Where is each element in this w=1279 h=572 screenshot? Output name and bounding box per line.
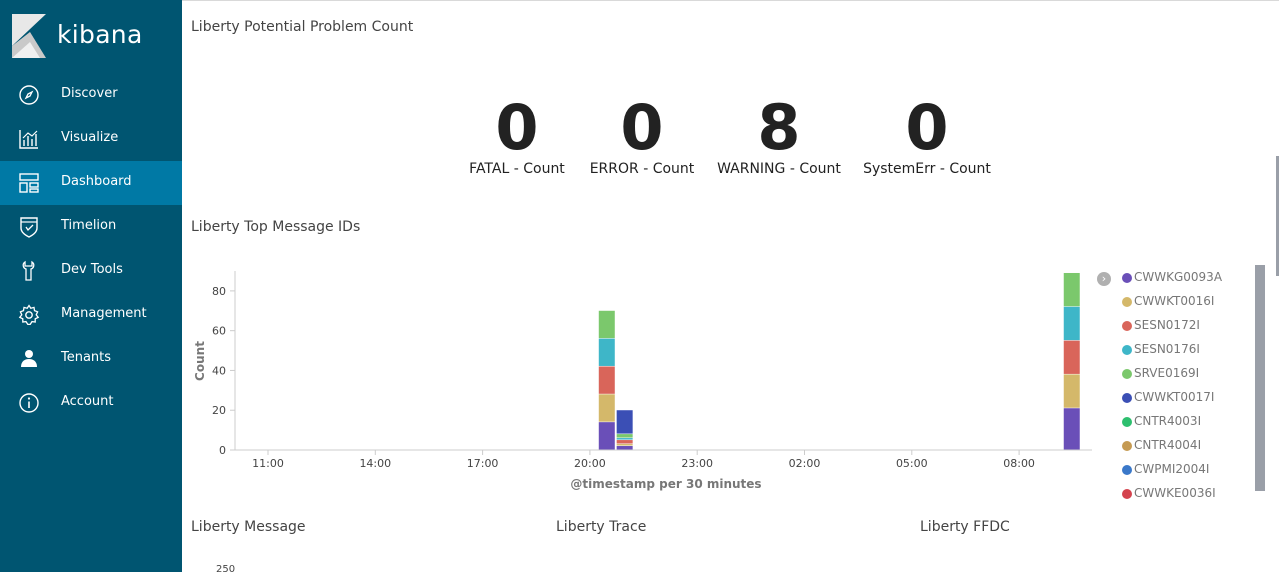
sidebar-item-account[interactable]: Account — [0, 381, 182, 425]
x-tick-label: 23:00 — [681, 457, 713, 470]
sidebar-item-dashboard[interactable]: Dashboard — [0, 161, 182, 205]
legend-color-dot — [1122, 369, 1132, 379]
sidebar-item-label: Discover — [61, 86, 118, 101]
chart-bar-segment — [598, 422, 615, 450]
legend-color-dot — [1122, 465, 1132, 475]
dashboard-area: Liberty Potential Problem Count 0 FATAL … — [182, 0, 1279, 572]
info-icon — [18, 392, 40, 414]
chart-bar-segment — [1063, 340, 1080, 374]
legend-label: CWWKT0017I — [1134, 390, 1215, 404]
chart-bar-segment — [598, 338, 615, 366]
legend-color-dot — [1122, 417, 1132, 427]
chart-bar-segment — [616, 410, 633, 434]
legend-color-dot — [1122, 297, 1132, 307]
chart-bar-segment — [598, 394, 615, 422]
panel-title-message: Liberty Message — [191, 519, 306, 535]
chart-bar-segment — [1063, 272, 1080, 307]
legend-item[interactable]: CNTR4003I — [1098, 413, 1218, 437]
sidebar-item-label: Account — [61, 394, 114, 409]
panel-title-ffdc: Liberty FFDC — [920, 519, 1010, 535]
sidebar-item-management[interactable]: Management — [0, 293, 182, 337]
chart-bar-segment — [1063, 306, 1080, 341]
x-axis-title: @timestamp per 30 minutes — [570, 477, 761, 491]
sidebar-item-dev-tools[interactable]: Dev Tools — [0, 249, 182, 293]
chart-bar-segment — [616, 440, 633, 444]
chart-legend: › CWWKG0093A CWWKT0016I SESN0172I SESN0176I… — [1097, 269, 1222, 509]
legend-item[interactable]: SESN0172I — [1098, 317, 1218, 341]
legend-label: SESN0172I — [1134, 318, 1200, 332]
app-name: kibana — [57, 20, 143, 49]
legend-label: CWWKT0016I — [1134, 294, 1215, 308]
chart-bar-segment — [616, 434, 633, 438]
legend-color-dot — [1122, 393, 1132, 403]
chart-bar-segment — [616, 438, 633, 440]
legend-item[interactable]: CNTR4004I — [1098, 437, 1218, 461]
y-tick-label: 80 — [212, 285, 226, 298]
chart-bar-segment — [616, 444, 633, 446]
wrench-icon — [18, 260, 40, 282]
dashboard-icon — [18, 172, 40, 194]
sidebar-item-timelion[interactable]: Timelion — [0, 205, 182, 249]
y-axis-title: Count — [193, 341, 207, 381]
legend-item[interactable]: CWWKT0016I — [1098, 293, 1218, 317]
x-tick-label: 17:00 — [467, 457, 499, 470]
chart-bar-segment — [598, 310, 615, 339]
legend-label: CWPMI2004I — [1134, 462, 1210, 476]
legend-label: CWWKG0093A — [1134, 270, 1223, 284]
legend-item[interactable]: SESN0176I — [1098, 341, 1218, 365]
legend-item[interactable]: CWWKE0036I — [1098, 485, 1218, 509]
sidebar: kibana Discover Visualize Dashboard Time… — [0, 0, 182, 572]
legend-scrollbar[interactable] — [1255, 265, 1265, 491]
sidebar-item-label: Dev Tools — [61, 262, 123, 277]
legend-label: SESN0176I — [1134, 342, 1200, 356]
legend-item[interactable]: CWWKG0093A — [1098, 269, 1222, 293]
sidebar-item-label: Dashboard — [61, 174, 132, 189]
chart-bar-segment — [1063, 374, 1080, 408]
shield-icon — [18, 216, 40, 238]
sidebar-item-label: Timelion — [61, 218, 117, 233]
legend-label: CWWKE0036I — [1134, 486, 1216, 500]
chart-bar-segment — [1063, 408, 1080, 450]
legend-label: CNTR4004I — [1134, 438, 1202, 452]
kibana-logo[interactable]: kibana — [12, 14, 172, 58]
x-tick-label: 11:00 — [252, 457, 284, 470]
y-tick-label: 40 — [212, 364, 226, 377]
legend-color-dot — [1122, 441, 1132, 451]
legend-label: CNTR4003I — [1134, 414, 1202, 428]
sidebar-item-visualize[interactable]: Visualize — [0, 117, 182, 161]
message-chart-tick: 250 — [216, 564, 236, 572]
sidebar-item-discover[interactable]: Discover — [0, 73, 182, 117]
legend-color-dot — [1122, 321, 1132, 331]
legend-color-dot — [1122, 345, 1132, 355]
x-tick-label: 05:00 — [896, 457, 928, 470]
y-tick-label: 60 — [212, 325, 226, 338]
y-tick-label: 0 — [219, 444, 226, 457]
gear-icon — [18, 304, 40, 326]
sidebar-item-tenants[interactable]: Tenants — [0, 337, 182, 381]
x-tick-label: 02:00 — [789, 457, 821, 470]
panel-title-trace: Liberty Trace — [556, 519, 647, 535]
legend-color-dot — [1122, 273, 1132, 283]
legend-item[interactable]: CWWKT0017I — [1098, 389, 1218, 413]
chart-bar-segment — [616, 446, 633, 450]
legend-item[interactable]: SRVE0169I — [1098, 365, 1218, 389]
y-tick-label: 20 — [212, 404, 226, 417]
bar-chart-icon — [18, 128, 40, 150]
user-icon — [18, 348, 40, 370]
legend-label: SRVE0169I — [1134, 366, 1200, 380]
chart-bar-segment — [598, 366, 615, 394]
sidebar-item-label: Visualize — [61, 130, 119, 145]
x-tick-label: 20:00 — [574, 457, 606, 470]
legend-item[interactable]: CWPMI2004I — [1098, 461, 1218, 485]
sidebar-item-label: Management — [61, 306, 147, 321]
legend-color-dot — [1122, 489, 1132, 499]
x-tick-label: 08:00 — [1003, 457, 1035, 470]
kibana-logo-icon — [12, 14, 46, 58]
compass-icon — [18, 84, 40, 106]
x-tick-label: 14:00 — [359, 457, 391, 470]
sidebar-item-label: Tenants — [61, 350, 112, 365]
